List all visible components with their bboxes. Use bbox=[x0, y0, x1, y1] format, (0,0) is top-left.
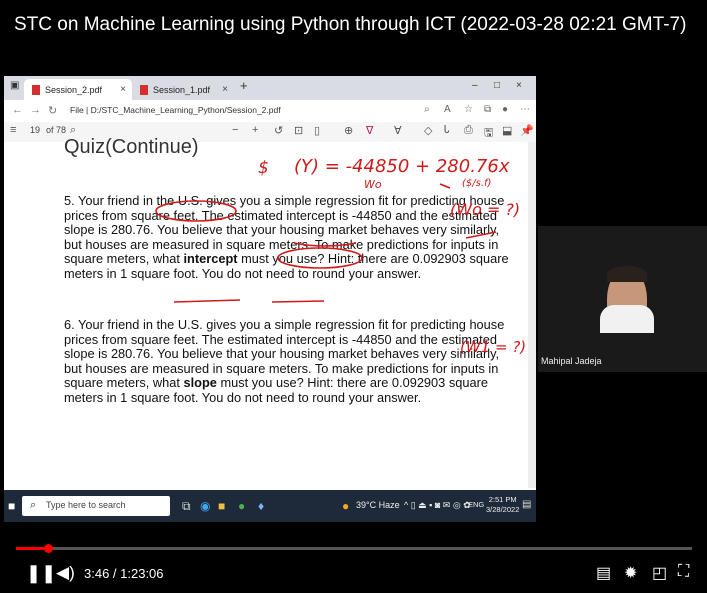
search-icon[interactable]: ⌕ bbox=[424, 104, 430, 115]
back-icon[interactable]: ← bbox=[12, 104, 23, 116]
time-display: 3:46 / 1:23:06 bbox=[84, 566, 164, 581]
save-as-icon[interactable]: ⬓ bbox=[502, 124, 512, 137]
text-icon[interactable]: Ꮣ bbox=[444, 124, 450, 137]
minimize-icon[interactable]: – bbox=[472, 80, 478, 91]
contents-icon[interactable]: ≡ bbox=[10, 124, 16, 136]
reload-icon[interactable]: ↻ bbox=[48, 104, 57, 117]
highlight-icon[interactable]: ∀ bbox=[394, 124, 402, 137]
search-icon: ⌕ bbox=[30, 499, 37, 511]
maximize-icon[interactable]: □ bbox=[494, 80, 500, 91]
presenter-name: Mahipal Jadeja bbox=[541, 356, 602, 366]
erase-icon[interactable]: ◇ bbox=[424, 124, 432, 137]
taskbar-search[interactable]: ⌕ Type here to search bbox=[22, 496, 170, 516]
more-icon[interactable]: ⋯ bbox=[520, 104, 530, 115]
scrubber-handle[interactable] bbox=[44, 544, 54, 553]
rotate-icon[interactable]: ↺ bbox=[274, 124, 283, 137]
page-total: of 78 bbox=[46, 125, 67, 135]
save-icon[interactable]: 🖫 bbox=[484, 124, 493, 143]
pause-icon[interactable]: ❚❚ bbox=[26, 563, 56, 584]
tab-label: Session_2.pdf bbox=[45, 84, 103, 95]
pdf-icon bbox=[140, 84, 148, 95]
miniplayer-icon[interactable]: ◰ bbox=[652, 563, 667, 583]
presenter-shirt bbox=[600, 305, 654, 333]
ink-underline-housing bbox=[293, 242, 357, 247]
ink-circle-square-meters bbox=[277, 247, 363, 269]
close-window-icon[interactable]: × bbox=[516, 80, 522, 91]
ink-circle-square-feet bbox=[155, 200, 237, 222]
zoom-out-button[interactable]: − bbox=[232, 124, 238, 136]
fullscreen-icon[interactable]: ⛶ bbox=[678, 563, 689, 581]
ink-underline-sqm bbox=[173, 299, 241, 303]
tab-actions-icon[interactable]: ▣ bbox=[10, 80, 19, 91]
url-field[interactable]: File | D:/STC_Machine_Learning_Python/Se… bbox=[70, 105, 281, 115]
print-icon[interactable]: ⎙ bbox=[464, 124, 473, 137]
presenter-hair bbox=[607, 266, 647, 282]
chrome-icon[interactable]: ● bbox=[238, 499, 245, 513]
app-icon[interactable]: ♦ bbox=[258, 499, 264, 513]
forward-icon[interactable]: → bbox=[30, 104, 41, 116]
progress-bar[interactable] bbox=[16, 547, 692, 550]
tray-icons[interactable]: ^ ▯ ⏏ ▪ ◙ ✉ ◎ ✿ bbox=[404, 500, 471, 511]
volume-icon[interactable]: ◀) bbox=[56, 563, 75, 583]
taskbar-clock[interactable]: 2:51 PM 3/28/2022 bbox=[486, 495, 519, 515]
new-tab-button[interactable]: + bbox=[240, 78, 248, 93]
search-placeholder: Type here to search bbox=[46, 500, 126, 510]
collections-icon[interactable]: ⧉ bbox=[484, 104, 491, 115]
read-aloud-pdf-icon[interactable]: ⊕ bbox=[344, 124, 353, 137]
ink-tick bbox=[439, 183, 451, 189]
draw-icon[interactable]: ∇ bbox=[366, 124, 373, 137]
ink-stroke-w0 bbox=[465, 231, 497, 239]
edge-icon[interactable]: ◉ bbox=[200, 499, 210, 513]
pdf-scrollbar[interactable] bbox=[528, 142, 536, 488]
tab-session-1[interactable]: Session_1.pdf × bbox=[132, 79, 234, 100]
notifications-icon[interactable]: ▤ bbox=[522, 499, 531, 510]
tab-session-2[interactable]: Session_2.pdf × bbox=[24, 79, 132, 100]
windows-start-icon[interactable]: ■ bbox=[8, 499, 15, 513]
ink-strokes bbox=[155, 183, 497, 303]
task-view-icon[interactable]: ⧉ bbox=[182, 499, 191, 514]
close-tab-icon[interactable]: × bbox=[222, 84, 228, 95]
pdf-page: Quiz(Continue) 5. Your friend in the U.S… bbox=[4, 136, 528, 488]
pdf-icon bbox=[32, 84, 40, 95]
page-view-icon[interactable]: ▯ bbox=[314, 124, 320, 137]
ink-underline-sqft bbox=[271, 300, 325, 303]
close-tab-icon[interactable]: × bbox=[120, 84, 126, 95]
windows-taskbar: ■ ⌕ Type here to search ⧉ ◉ ■ ● ♦ ● 39°C… bbox=[4, 490, 536, 522]
language-indicator[interactable]: ENG bbox=[468, 500, 484, 509]
fit-page-icon[interactable]: ⊡ bbox=[294, 124, 303, 137]
settings-icon[interactable]: ✹ bbox=[624, 563, 637, 583]
read-aloud-icon[interactable]: A bbox=[444, 104, 451, 115]
clock-time: 2:51 PM bbox=[488, 495, 517, 504]
file-explorer-icon[interactable]: ■ bbox=[218, 499, 225, 513]
profile-icon[interactable]: ● bbox=[502, 104, 508, 115]
pin-icon[interactable]: 📌 bbox=[520, 124, 534, 137]
clock-date: 3/28/2022 bbox=[486, 505, 520, 514]
page-number-input[interactable]: 19 bbox=[30, 125, 40, 135]
shared-screen: ▣ Session_2.pdf × Session_1.pdf × + – □ … bbox=[4, 76, 536, 522]
captions-icon[interactable]: ▤ bbox=[596, 563, 611, 583]
address-bar: ← → ↻ File | D:/STC_Machine_Learning_Pyt… bbox=[4, 100, 536, 123]
tab-label: Session_1.pdf bbox=[153, 84, 211, 95]
video-title: STC on Machine Learning using Python thr… bbox=[14, 14, 687, 35]
browser-tab-bar: ▣ Session_2.pdf × Session_1.pdf × + – □ … bbox=[4, 76, 536, 100]
weather-text[interactable]: 39°C Haze bbox=[356, 500, 400, 510]
zoom-in-button[interactable]: + bbox=[252, 124, 258, 136]
favorite-icon[interactable]: ☆ bbox=[464, 104, 473, 115]
weather-icon: ● bbox=[342, 499, 350, 513]
